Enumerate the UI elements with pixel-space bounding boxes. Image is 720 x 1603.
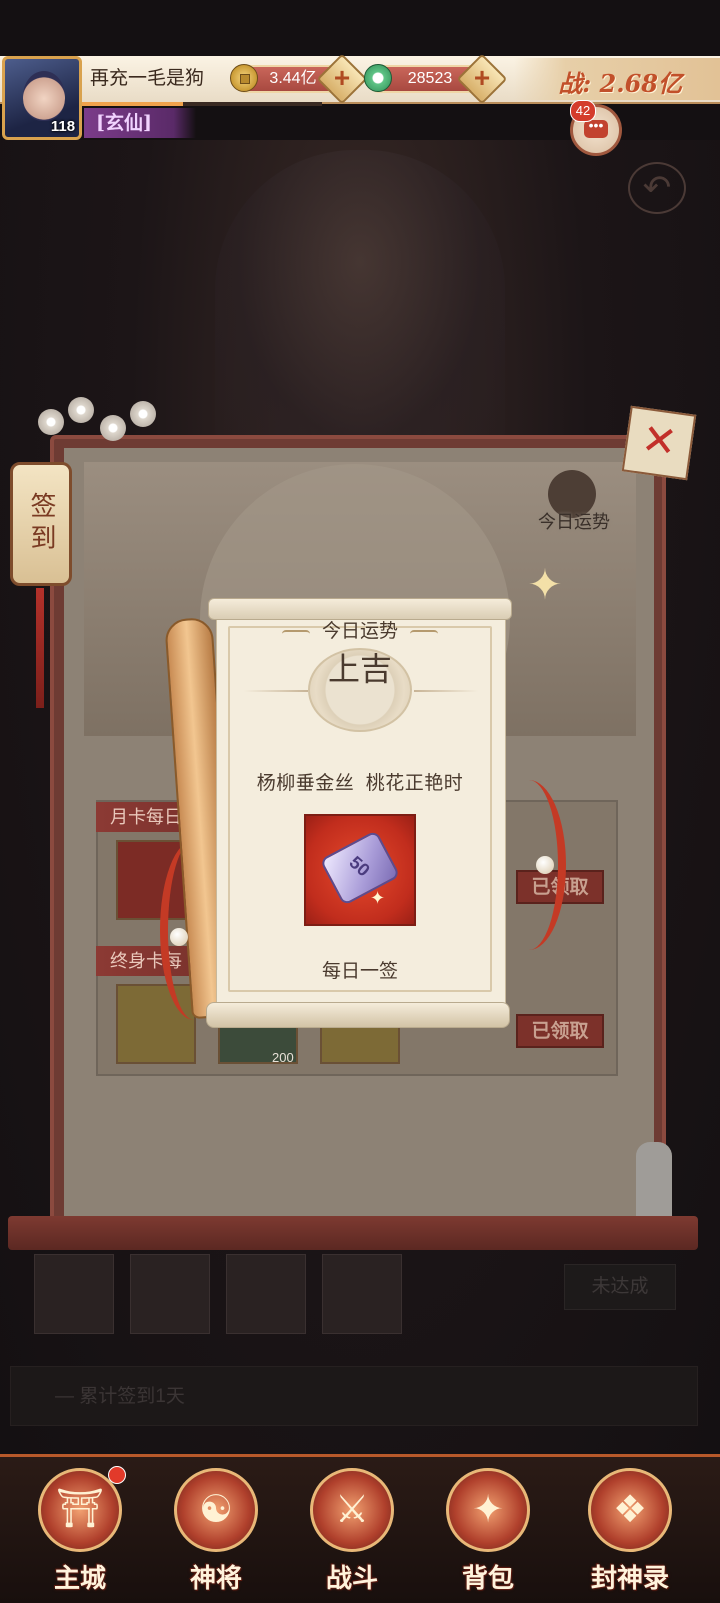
fortune-footer: 每日一签	[321, 961, 398, 982]
player-level: 118	[50, 118, 76, 135]
record-icon: ❖	[588, 1468, 672, 1552]
jade-resource: 28523 +	[364, 53, 508, 105]
cumulative-item-slot[interactable]	[226, 1254, 306, 1334]
exp-bar	[82, 102, 322, 106]
chat-bubble-icon	[584, 117, 608, 138]
nav-label: 神将	[189, 1564, 242, 1594]
crossed-swords-icon: ⚔	[310, 1468, 394, 1552]
nav-label: 战斗	[325, 1564, 378, 1594]
nav-battle[interactable]: ⚔ 战斗	[288, 1462, 416, 1600]
nav-main-city[interactable]: ⛩ 主城	[16, 1462, 144, 1600]
nav-heroes[interactable]: ☯ 神将	[152, 1462, 280, 1600]
fortune-title: 今日运势	[321, 621, 398, 642]
cumulative-signin-text: — 累计签到1天	[55, 1386, 185, 1407]
fortune-reward-slot[interactable]: 50 ✦	[304, 814, 416, 926]
combat-power-value: 战: 2.68亿	[558, 69, 682, 98]
scroll-top-rod	[208, 598, 512, 620]
gold-resource: 3.44亿 +	[230, 53, 368, 105]
gold-coin-icon	[230, 64, 258, 92]
chat-unread-badge: 42	[570, 100, 596, 122]
background-character	[215, 150, 505, 470]
fortune-poem: 杨柳垂金丝 桃花正艳时	[256, 773, 464, 794]
tassel-decoration	[36, 588, 44, 708]
flower-decoration	[34, 395, 164, 455]
bead-decoration	[536, 856, 554, 874]
sparkle-icon: ✦	[370, 888, 386, 908]
today-fortune-button-label[interactable]: 今日运势	[524, 508, 624, 534]
close-icon[interactable]: ✕	[621, 405, 697, 481]
cumulative-item-slot[interactable]	[34, 1254, 114, 1334]
scroll-bottom-rod	[206, 1002, 510, 1028]
cumulative-signin-bar: — 累计签到1天	[10, 1366, 698, 1426]
nav-bag[interactable]: ✦ 背包	[424, 1462, 552, 1600]
sparkle-icon: ✦	[527, 561, 563, 608]
cumulative-item-slot[interactable]	[130, 1254, 210, 1334]
signin-tab[interactable]: 签到	[10, 462, 72, 586]
divider	[414, 690, 478, 692]
voucher-ticket-icon: 50	[319, 830, 401, 906]
nav-label: 背包	[461, 1564, 514, 1594]
notification-dot	[108, 1466, 126, 1484]
divider	[244, 690, 308, 692]
hero-icon: ☯	[174, 1468, 258, 1552]
reward-item-count: 200	[272, 1050, 294, 1065]
nav-label: 封神录	[590, 1564, 669, 1594]
combat-power: 战: 2.68亿	[514, 58, 720, 100]
cumulative-item-slot[interactable]	[322, 1254, 402, 1334]
not-reached-button[interactable]: 未达成	[564, 1264, 676, 1310]
bead-decoration	[170, 928, 188, 946]
back-arrow-icon[interactable]: ↶	[628, 162, 686, 214]
jade-coin-icon	[364, 64, 392, 92]
gold-amount: 3.44亿	[269, 70, 317, 87]
nav-label: 主城	[53, 1564, 106, 1594]
bag-icon: ✦	[446, 1468, 530, 1552]
lifetime-claimed-button[interactable]: 已领取	[516, 1014, 604, 1048]
player-name: 再充一毛是狗	[90, 68, 205, 89]
player-title: [玄仙]	[84, 108, 196, 138]
vase-decoration	[636, 1142, 672, 1226]
fortune-result: 上吉	[328, 650, 393, 688]
panel-bottom-rail	[8, 1216, 698, 1250]
nav-record[interactable]: ❖ 封神录	[566, 1462, 694, 1600]
voucher-value: 50	[345, 852, 374, 881]
jade-amount: 28523	[407, 70, 453, 87]
